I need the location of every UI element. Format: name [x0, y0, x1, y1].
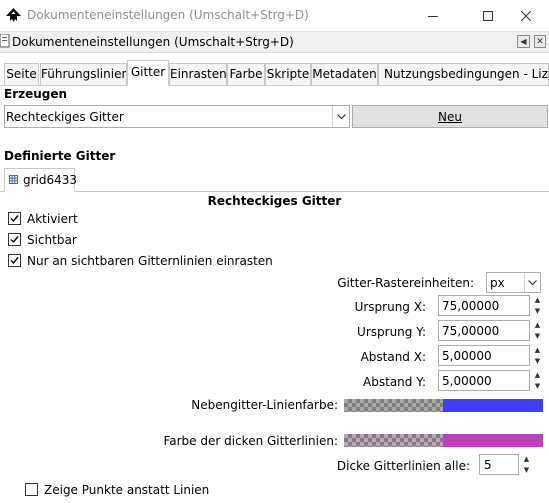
tab-farbe[interactable]: Farbe — [227, 63, 265, 85]
dock-title: Dokumenteneinstellungen (Umschalt+Strg+D… — [12, 35, 294, 49]
snap-visible-label: Nur an sichtbaren Gitternlinien einraste… — [27, 254, 273, 268]
chevron-down-icon[interactable] — [332, 106, 349, 127]
close-icon — [521, 10, 531, 21]
dock-left-arrow-icon: ◀ — [520, 37, 527, 46]
stepper-up-icon[interactable]: ▲ — [535, 296, 540, 304]
stepper-up-icon[interactable]: ▲ — [535, 346, 540, 354]
major-color-swatch[interactable] — [344, 434, 543, 447]
grid-icon — [9, 175, 18, 184]
stepper-up-icon[interactable]: ▲ — [524, 455, 529, 463]
units-label: Gitter-Rastereinheiten: — [337, 276, 474, 290]
major-every-stepper[interactable]: ▲ ▼ — [520, 454, 533, 475]
new-grid-button-label: Neu — [438, 109, 462, 124]
enabled-checkbox[interactable] — [8, 212, 21, 225]
minimize-button[interactable] — [410, 0, 456, 31]
spacing-y-value: 5,00000 — [442, 374, 492, 388]
minimize-icon — [428, 15, 438, 17]
tab-fuehrungslinien[interactable]: Führungslinien — [40, 63, 127, 85]
dots-checkbox[interactable] — [25, 483, 38, 496]
dock-close-icon: ✕ — [536, 36, 544, 47]
origin-y-label: Ursprung Y: — [357, 325, 426, 339]
stepper-down-icon[interactable]: ▼ — [535, 382, 540, 390]
defined-grids-heading: Definierte Gitter — [4, 149, 116, 163]
tab-nutzungsbedingungen[interactable]: Nutzungsbedingungen - Lizenz — [378, 63, 549, 85]
snap-visible-checkbox[interactable] — [8, 254, 21, 267]
enabled-label: Aktiviert — [27, 212, 78, 226]
visible-label: Sichtbar — [27, 233, 77, 247]
major-color-label: Farbe der dicken Gitterlinien: — [163, 434, 338, 448]
inkscape-logo-icon — [6, 8, 21, 22]
origin-x-value: 75,00000 — [442, 299, 500, 313]
major-every-value: 5 — [484, 458, 492, 472]
stepper-down-icon[interactable]: ▼ — [535, 332, 540, 340]
spacing-x-value: 5,00000 — [442, 349, 492, 363]
minor-color-fill — [443, 399, 543, 412]
stepper-down-icon[interactable]: ▼ — [535, 307, 540, 315]
window-title: Dokumenteneinstellungen (Umschalt+Strg+D… — [27, 8, 309, 22]
stepper-down-icon[interactable]: ▼ — [524, 466, 529, 474]
minor-color-label: Nebengitter-Linienfarbe: — [191, 398, 338, 412]
checkmark-icon — [10, 257, 19, 265]
origin-x-stepper[interactable]: ▲ ▼ — [531, 295, 544, 316]
spacing-y-label: Abstand Y: — [363, 375, 426, 389]
dots-label: Zeige Punkte anstatt Linien — [44, 483, 210, 497]
tab-gitter[interactable]: Gitter — [127, 60, 169, 86]
grid-tab-label: grid6433 — [23, 173, 78, 187]
document-properties-icon — [0, 34, 10, 48]
origin-y-stepper[interactable]: ▲ ▼ — [531, 320, 544, 341]
stepper-up-icon[interactable]: ▲ — [535, 321, 540, 329]
spacing-y-stepper[interactable]: ▲ ▼ — [531, 370, 544, 391]
grid-type-value: Rechteckiges Gitter — [6, 110, 124, 124]
close-button[interactable] — [503, 0, 549, 31]
spacing-x-label: Abstand X: — [360, 350, 426, 364]
origin-y-value: 75,00000 — [442, 324, 500, 338]
chevron-down-icon[interactable] — [524, 273, 540, 292]
units-value: px — [490, 276, 505, 290]
minor-color-swatch[interactable] — [344, 399, 543, 412]
new-grid-button[interactable]: Neu — [352, 105, 548, 128]
dock-collapse-button[interactable]: ◀ — [517, 35, 530, 48]
color-transparency-preview — [344, 434, 443, 447]
grid-type-title: Rechteckiges Gitter — [207, 194, 342, 208]
origin-x-label: Ursprung X: — [354, 300, 426, 314]
checkmark-icon — [10, 215, 19, 223]
spacing-x-stepper[interactable]: ▲ ▼ — [531, 345, 544, 366]
tabs-divider — [0, 85, 549, 86]
create-heading: Erzeugen — [4, 87, 68, 101]
tab-skripte[interactable]: Skripte — [265, 63, 311, 85]
major-every-label: Dicke Gitterlinien alle: — [336, 459, 470, 473]
tab-einrasten[interactable]: Einrasten — [169, 63, 227, 85]
dock-close-button[interactable]: ✕ — [534, 35, 546, 48]
tab-metadaten[interactable]: Metadaten — [311, 63, 378, 85]
visible-checkbox[interactable] — [8, 233, 21, 246]
maximize-icon — [483, 10, 493, 21]
grid-tabs-divider — [0, 191, 549, 192]
checkmark-icon — [10, 236, 19, 244]
color-transparency-preview — [344, 399, 443, 412]
major-color-fill — [443, 434, 543, 447]
stepper-up-icon[interactable]: ▲ — [535, 371, 540, 379]
tab-seite[interactable]: Seite — [4, 63, 39, 85]
stepper-down-icon[interactable]: ▼ — [535, 357, 540, 365]
